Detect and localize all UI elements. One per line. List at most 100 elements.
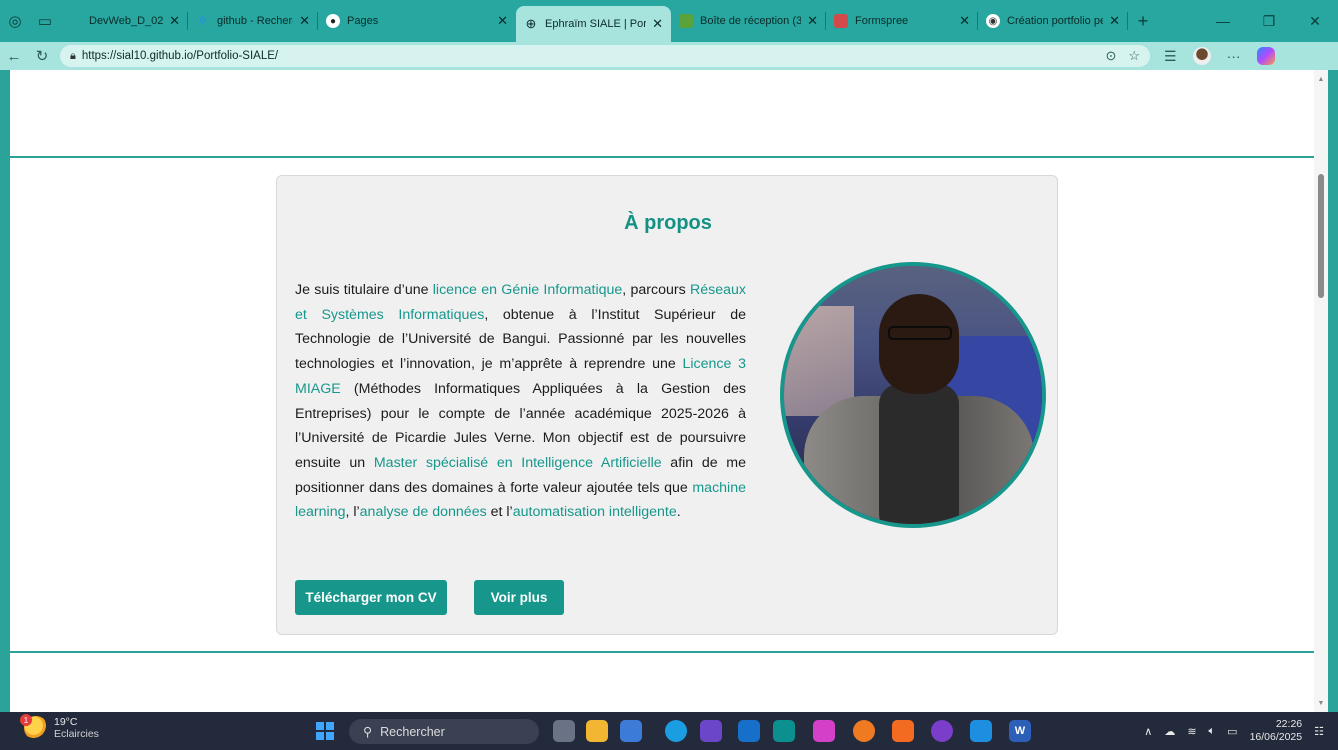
download-cv-button[interactable]: Télécharger mon CV <box>295 580 447 615</box>
notifications-icon[interactable]: ☷ <box>1314 725 1324 738</box>
github-icon: ● <box>326 14 340 28</box>
firefox-icon[interactable] <box>853 720 875 742</box>
tab-title: Boîte de réception (3 <box>700 15 802 27</box>
favorites-icon[interactable]: ☰ <box>1164 48 1177 65</box>
file-explorer-icon[interactable] <box>586 720 608 742</box>
clock-date: 16/06/2025 <box>1249 731 1303 743</box>
back-arrow-icon[interactable]: ← <box>0 42 28 70</box>
tab-title: DevWeb_D_022025: F <box>89 15 164 27</box>
close-tab-icon[interactable]: ✕ <box>1109 13 1120 29</box>
tab-portfolio-active[interactable]: ⊕ Ephraïm SIALE | Portf ✕ <box>516 6 671 42</box>
text-span: , parcours <box>622 282 690 298</box>
close-tab-icon[interactable]: ✕ <box>497 13 508 29</box>
more-options-icon[interactable]: ··· <box>1227 48 1241 64</box>
brave-icon[interactable] <box>892 720 914 742</box>
tab-favicon-icon <box>68 14 82 28</box>
tab-title: Pages <box>347 15 379 27</box>
globe-icon: ⊕ <box>525 16 537 31</box>
reader-icon[interactable]: ⊙ <box>1105 48 1116 64</box>
maximize-button[interactable]: ❐ <box>1246 0 1292 42</box>
vscode-icon[interactable] <box>970 720 992 742</box>
tab-title: Ephraïm SIALE | Portf <box>545 18 647 30</box>
mail-icon <box>679 14 693 28</box>
about-card: À propos Je suis titulaire d’une licence… <box>276 175 1058 635</box>
text-span: . <box>676 504 681 521</box>
formspree-icon <box>834 14 848 28</box>
windows-taskbar: 1 19°C Eclaircies ⚲ Rechercher W ∧ ☁ ≋ 🔈… <box>0 712 1338 750</box>
workspaces-icon[interactable]: ◎ <box>0 0 30 42</box>
weather-widget[interactable]: 1 19°C Eclaircies <box>20 714 99 740</box>
github-desktop-icon[interactable] <box>931 720 953 742</box>
volume-icon[interactable]: 🔈︎ <box>1209 725 1216 738</box>
teams-icon[interactable] <box>773 720 795 742</box>
notification-badge: 1 <box>20 714 32 726</box>
word-icon[interactable]: W <box>1009 720 1031 742</box>
close-tab-icon[interactable]: ✕ <box>807 13 818 29</box>
system-tray: ∧ ☁ ≋ 🔈︎ ▭ 22:26 16/06/2025 ☷ <box>1144 718 1324 744</box>
clock-time: 22:26 <box>1275 718 1303 730</box>
tab-inbox[interactable]: Boîte de réception (3 ✕ <box>671 0 826 42</box>
close-tab-icon[interactable]: ✕ <box>299 13 310 29</box>
close-tab-icon[interactable]: ✕ <box>652 16 663 32</box>
refresh-icon[interactable]: ↻ <box>28 42 56 70</box>
browser-address-bar: ← ↻ 🔒︎ https://sial10.github.io/Portfoli… <box>0 42 1338 70</box>
highlight-master-ia: Master spécialisé en Intelligence Artifi… <box>373 454 662 471</box>
search-icon: ⚲ <box>363 725 373 739</box>
search-icon: ⚲ <box>199 15 207 27</box>
highlight-automatisation: automatisation intelligente <box>512 504 677 521</box>
favorite-star-icon[interactable]: ☆ <box>1128 48 1140 64</box>
url-text: https://sial10.github.io/Portfolio-SIALE… <box>81 50 279 62</box>
close-window-button[interactable]: ✕ <box>1292 0 1338 42</box>
tab-pages[interactable]: ● Pages ✕ <box>318 0 516 42</box>
visual-studio-icon[interactable] <box>700 720 722 742</box>
scroll-up-arrow-icon[interactable]: ▲ <box>1314 72 1328 86</box>
scrollbar-thumb[interactable] <box>1318 174 1324 298</box>
tab-creation-portfolio[interactable]: ◉ Création portfolio pe ✕ <box>978 0 1128 42</box>
minimize-button[interactable]: — <box>1200 0 1246 42</box>
close-tab-icon[interactable]: ✕ <box>959 13 970 29</box>
window-controls: — ❐ ✕ <box>1200 0 1338 42</box>
tab-github-search[interactable]: ⚲ github - Recherche ✕ <box>188 0 318 42</box>
profile-photo <box>780 262 1046 528</box>
text-span: Je suis titulaire d’une <box>295 282 433 298</box>
highlight-licence: licence en Génie Informatique <box>432 282 623 298</box>
clock[interactable]: 22:26 16/06/2025 <box>1250 718 1303 744</box>
url-field[interactable]: 🔒︎ https://sial10.github.io/Portfolio-SI… <box>60 45 1150 67</box>
battery-icon[interactable]: ▭ <box>1227 725 1237 738</box>
close-tab-icon[interactable]: ✕ <box>169 13 180 29</box>
onedrive-cloud-icon[interactable]: ☁ <box>1164 725 1175 738</box>
weather-description: Eclaircies <box>54 728 99 740</box>
browser-tab-bar: ◎ ▭ DevWeb_D_022025: F ✕ ⚲ github - Rech… <box>0 0 1338 42</box>
new-tab-button[interactable]: + <box>1128 0 1158 42</box>
start-windows-icon[interactable] <box>316 722 334 740</box>
text-span: et l’ <box>486 504 513 521</box>
tab-title: github - Recherche <box>217 15 293 27</box>
tab-formspree[interactable]: Formspree ✕ <box>826 0 978 42</box>
chevron-up-icon[interactable]: ∧ <box>1144 725 1152 738</box>
paint-icon[interactable] <box>813 720 835 742</box>
page-scrollbar[interactable]: ▲ ▼ <box>1314 70 1328 712</box>
chatgpt-icon: ◉ <box>986 14 1000 28</box>
see-more-button[interactable]: Voir plus <box>474 580 564 615</box>
weather-temperature: 19°C <box>54 716 78 728</box>
weather-sun-icon: 1 <box>20 714 48 740</box>
profile-avatar[interactable] <box>1192 47 1211 65</box>
section-divider <box>10 651 1323 653</box>
page-viewport: À propos Je suis titulaire d’une licence… <box>10 70 1328 712</box>
about-text: Je suis titulaire d’une licence en Génie… <box>295 278 746 525</box>
edge-icon[interactable] <box>665 720 687 742</box>
taskbar-search[interactable]: ⚲ Rechercher <box>349 719 539 744</box>
outlook-icon[interactable] <box>738 720 760 742</box>
tab-actions-icon[interactable]: ▭ <box>30 0 60 42</box>
search-placeholder: Rechercher <box>380 724 445 739</box>
wifi-icon[interactable]: ≋ <box>1187 725 1196 738</box>
scroll-down-arrow-icon[interactable]: ▼ <box>1314 696 1328 710</box>
tab-title: Formspree <box>855 15 909 27</box>
tab-devweb[interactable]: DevWeb_D_022025: F ✕ <box>60 0 188 42</box>
copilot-icon[interactable] <box>1256 47 1275 65</box>
microsoft-store-icon[interactable] <box>620 720 642 742</box>
task-view-icon[interactable] <box>553 720 575 742</box>
text-span: , l’ <box>345 504 360 521</box>
tab-title: Création portfolio pe <box>1007 15 1104 27</box>
section-divider <box>10 156 1323 158</box>
